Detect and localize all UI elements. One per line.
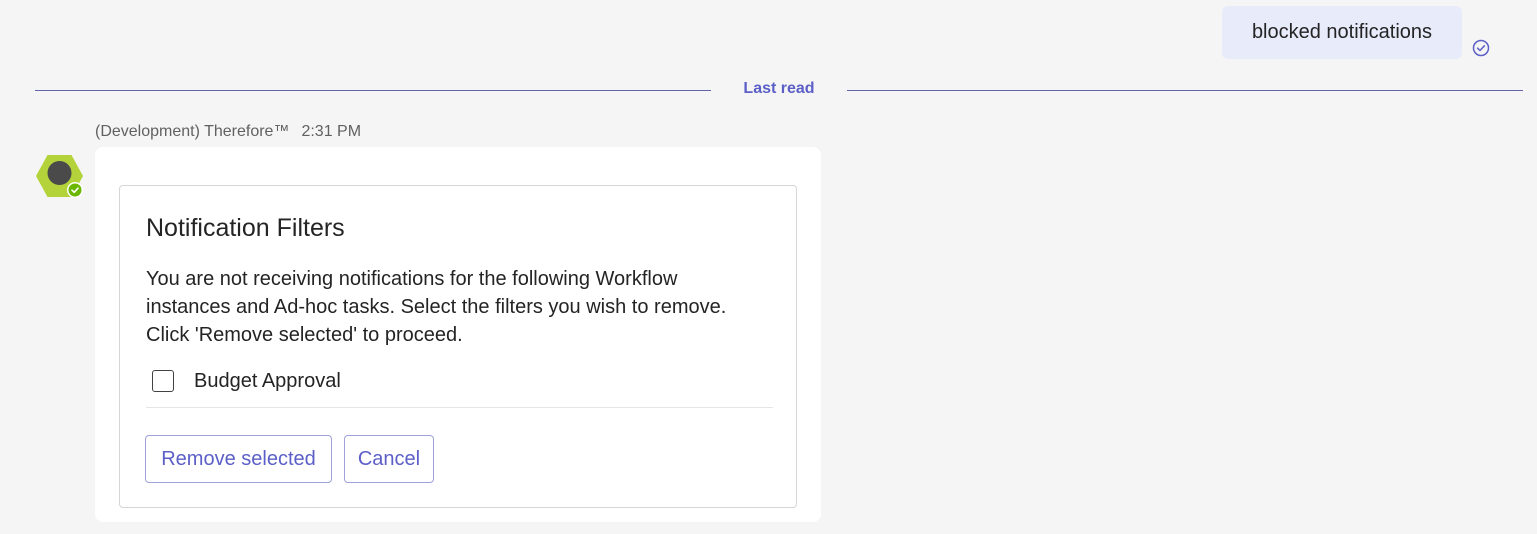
check-circle-icon	[1472, 39, 1490, 57]
last-read-divider-right	[847, 90, 1523, 91]
card-description-line: You are not receiving notifications for …	[146, 268, 678, 290]
card-description-line: instances and Ad-hoc tasks. Select the f…	[146, 296, 727, 318]
message-card: Notification Filters You are not receivi…	[95, 147, 821, 522]
sent-message-text: blocked notifications	[1251, 21, 1433, 43]
card-separator	[146, 407, 773, 408]
checkbox-box[interactable]	[152, 370, 174, 392]
sent-message-bubble[interactable]: blocked notifications	[1222, 6, 1462, 59]
card-description-line: Click 'Remove selected' to proceed.	[146, 324, 463, 346]
last-read-divider-left	[35, 90, 711, 91]
remove-selected-button[interactable]: Remove selected	[145, 435, 332, 483]
message-time: 2:31 PM	[301, 123, 362, 140]
bot-avatar-icon[interactable]	[35, 152, 85, 202]
filter-checkbox-budget-approval[interactable]: Budget Approval	[152, 368, 341, 394]
card-description: You are not receiving notifications for …	[146, 265, 766, 349]
message-header: (Development) Therefore™ 2:31 PM	[95, 123, 361, 141]
cancel-button[interactable]: Cancel	[344, 435, 434, 483]
sender-name: (Development) Therefore™	[95, 123, 290, 140]
notification-filters-card: Notification Filters You are not receivi…	[119, 185, 797, 508]
filter-label[interactable]: Budget Approval	[194, 370, 341, 393]
last-read-label: Last read	[743, 80, 815, 97]
card-title: Notification Filters	[146, 214, 345, 242]
